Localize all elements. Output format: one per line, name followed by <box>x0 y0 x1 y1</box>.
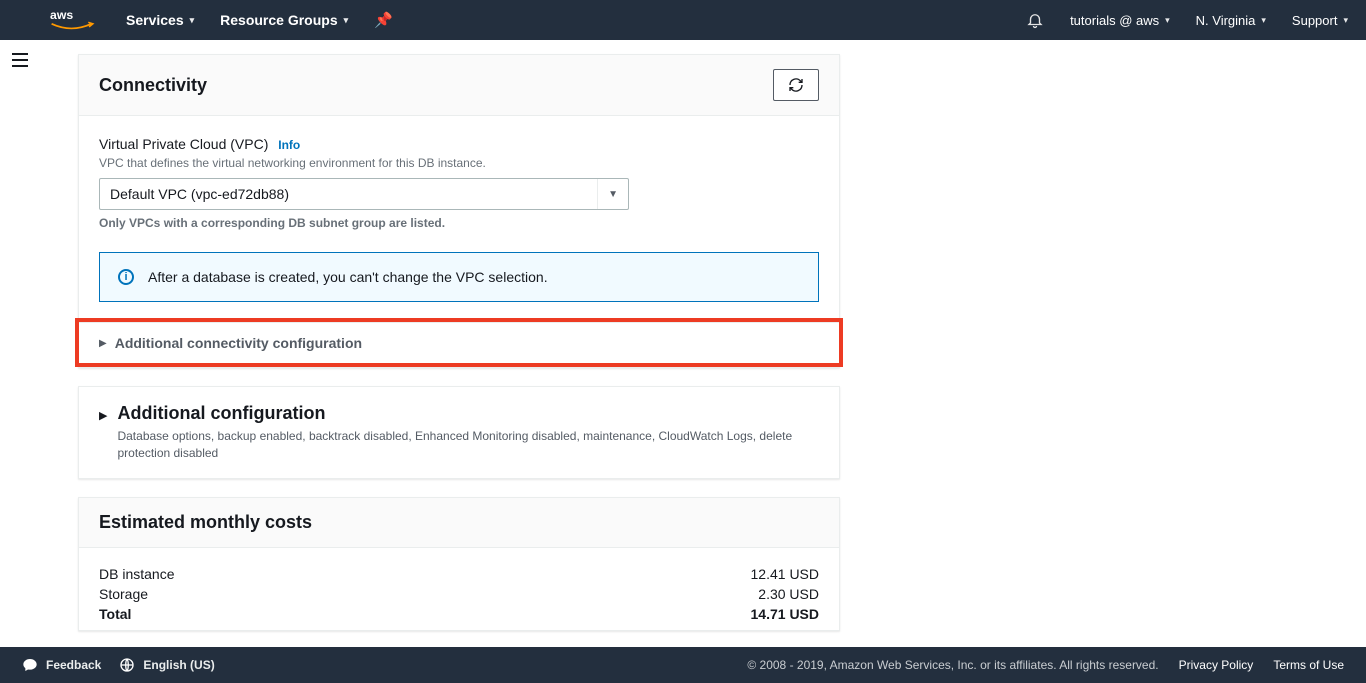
vpc-label: Virtual Private Cloud (VPC) <box>99 136 268 152</box>
nav-account[interactable]: tutorials @ aws ▾ <box>1070 13 1170 28</box>
nav-account-label: tutorials @ aws <box>1070 13 1159 28</box>
vpc-description: VPC that defines the virtual networking … <box>99 156 819 170</box>
connectivity-header: Connectivity <box>79 55 839 116</box>
connectivity-panel: Connectivity Virtual Private Cloud (VPC)… <box>78 54 840 368</box>
cost-row: DB instance 12.41 USD <box>99 564 819 584</box>
connectivity-title: Connectivity <box>99 75 207 96</box>
additional-connectivity-title: Additional connectivity configuration <box>115 335 362 351</box>
costs-panel: Estimated monthly costs DB instance 12.4… <box>78 497 840 631</box>
nav-support[interactable]: Support ▾ <box>1292 13 1348 28</box>
hamburger-menu-icon[interactable] <box>0 40 40 80</box>
vpc-info-link[interactable]: Info <box>278 138 300 152</box>
footer-copyright: © 2008 - 2019, Amazon Web Services, Inc.… <box>747 658 1158 672</box>
caret-right-icon: ▶ <box>99 338 107 349</box>
info-icon: i <box>118 269 134 285</box>
speech-bubble-icon <box>22 657 38 673</box>
cost-row-total: Total 14.71 USD <box>99 604 819 624</box>
costs-rows: DB instance 12.41 USD Storage 2.30 USD T… <box>79 548 839 630</box>
chevron-down-icon: ▾ <box>1165 15 1170 26</box>
notifications-bell-icon[interactable] <box>1026 11 1044 29</box>
cost-label: DB instance <box>99 566 359 582</box>
nav-region-label: N. Virginia <box>1196 13 1256 28</box>
refresh-button[interactable] <box>773 69 819 101</box>
cost-total-label: Total <box>99 606 359 622</box>
vpc-select[interactable]: Default VPC (vpc-ed72db88) ▼ <box>99 178 629 210</box>
refresh-icon <box>788 77 804 93</box>
nav-resource-groups-label: Resource Groups <box>220 12 337 28</box>
chevron-down-icon: ▼ <box>597 179 618 209</box>
chevron-down-icon: ▾ <box>344 15 349 26</box>
cost-label: Storage <box>99 586 359 602</box>
cost-value: 12.41 USD <box>719 566 819 582</box>
svg-text:aws: aws <box>50 8 73 22</box>
privacy-policy-link[interactable]: Privacy Policy <box>1179 658 1254 672</box>
chevron-down-icon: ▾ <box>1261 15 1266 26</box>
additional-config-title: Additional configuration <box>117 403 817 424</box>
cost-row: Storage 2.30 USD <box>99 584 819 604</box>
language-label: English (US) <box>143 658 214 672</box>
vpc-note: Only VPCs with a corresponding DB subnet… <box>99 216 819 230</box>
additional-connectivity-highlight: ▶ Additional connectivity configuration <box>79 318 839 367</box>
nav-resource-groups[interactable]: Resource Groups ▾ <box>220 12 348 28</box>
nav-services[interactable]: Services ▾ <box>126 12 194 28</box>
additional-config-panel: ▶ Additional configuration Database opti… <box>78 386 840 479</box>
connectivity-body: Virtual Private Cloud (VPC) Info VPC tha… <box>79 116 839 322</box>
chevron-down-icon: ▾ <box>190 15 195 26</box>
feedback-link[interactable]: Feedback <box>22 657 101 673</box>
nav-services-label: Services <box>126 12 184 28</box>
top-nav: aws Services ▾ Resource Groups ▾ 📌 tutor… <box>0 0 1366 40</box>
vpc-alert-text: After a database is created, you can't c… <box>148 269 548 285</box>
globe-icon <box>119 657 135 673</box>
feedback-label: Feedback <box>46 658 101 672</box>
additional-connectivity-expander[interactable]: ▶ Additional connectivity configuration <box>79 322 839 363</box>
footer: Feedback English (US) © 2008 - 2019, Ama… <box>0 647 1366 683</box>
cost-value: 2.30 USD <box>719 586 819 602</box>
costs-title: Estimated monthly costs <box>99 512 312 533</box>
additional-config-subtitle: Database options, backup enabled, backtr… <box>117 428 817 462</box>
vpc-select-value: Default VPC (vpc-ed72db88) <box>110 186 289 202</box>
additional-config-expander[interactable]: ▶ Additional configuration Database opti… <box>79 387 839 478</box>
terms-of-use-link[interactable]: Terms of Use <box>1273 658 1344 672</box>
caret-right-icon: ▶ <box>99 409 107 422</box>
main-content: Connectivity Virtual Private Cloud (VPC)… <box>40 40 1366 647</box>
pin-icon[interactable]: 📌 <box>374 11 393 29</box>
aws-logo[interactable]: aws <box>50 7 96 33</box>
cost-total-value: 14.71 USD <box>719 606 819 622</box>
language-selector[interactable]: English (US) <box>119 657 214 673</box>
chevron-down-icon: ▾ <box>1343 15 1348 26</box>
nav-support-label: Support <box>1292 13 1338 28</box>
nav-region[interactable]: N. Virginia ▾ <box>1196 13 1266 28</box>
vpc-info-alert: i After a database is created, you can't… <box>99 252 819 302</box>
